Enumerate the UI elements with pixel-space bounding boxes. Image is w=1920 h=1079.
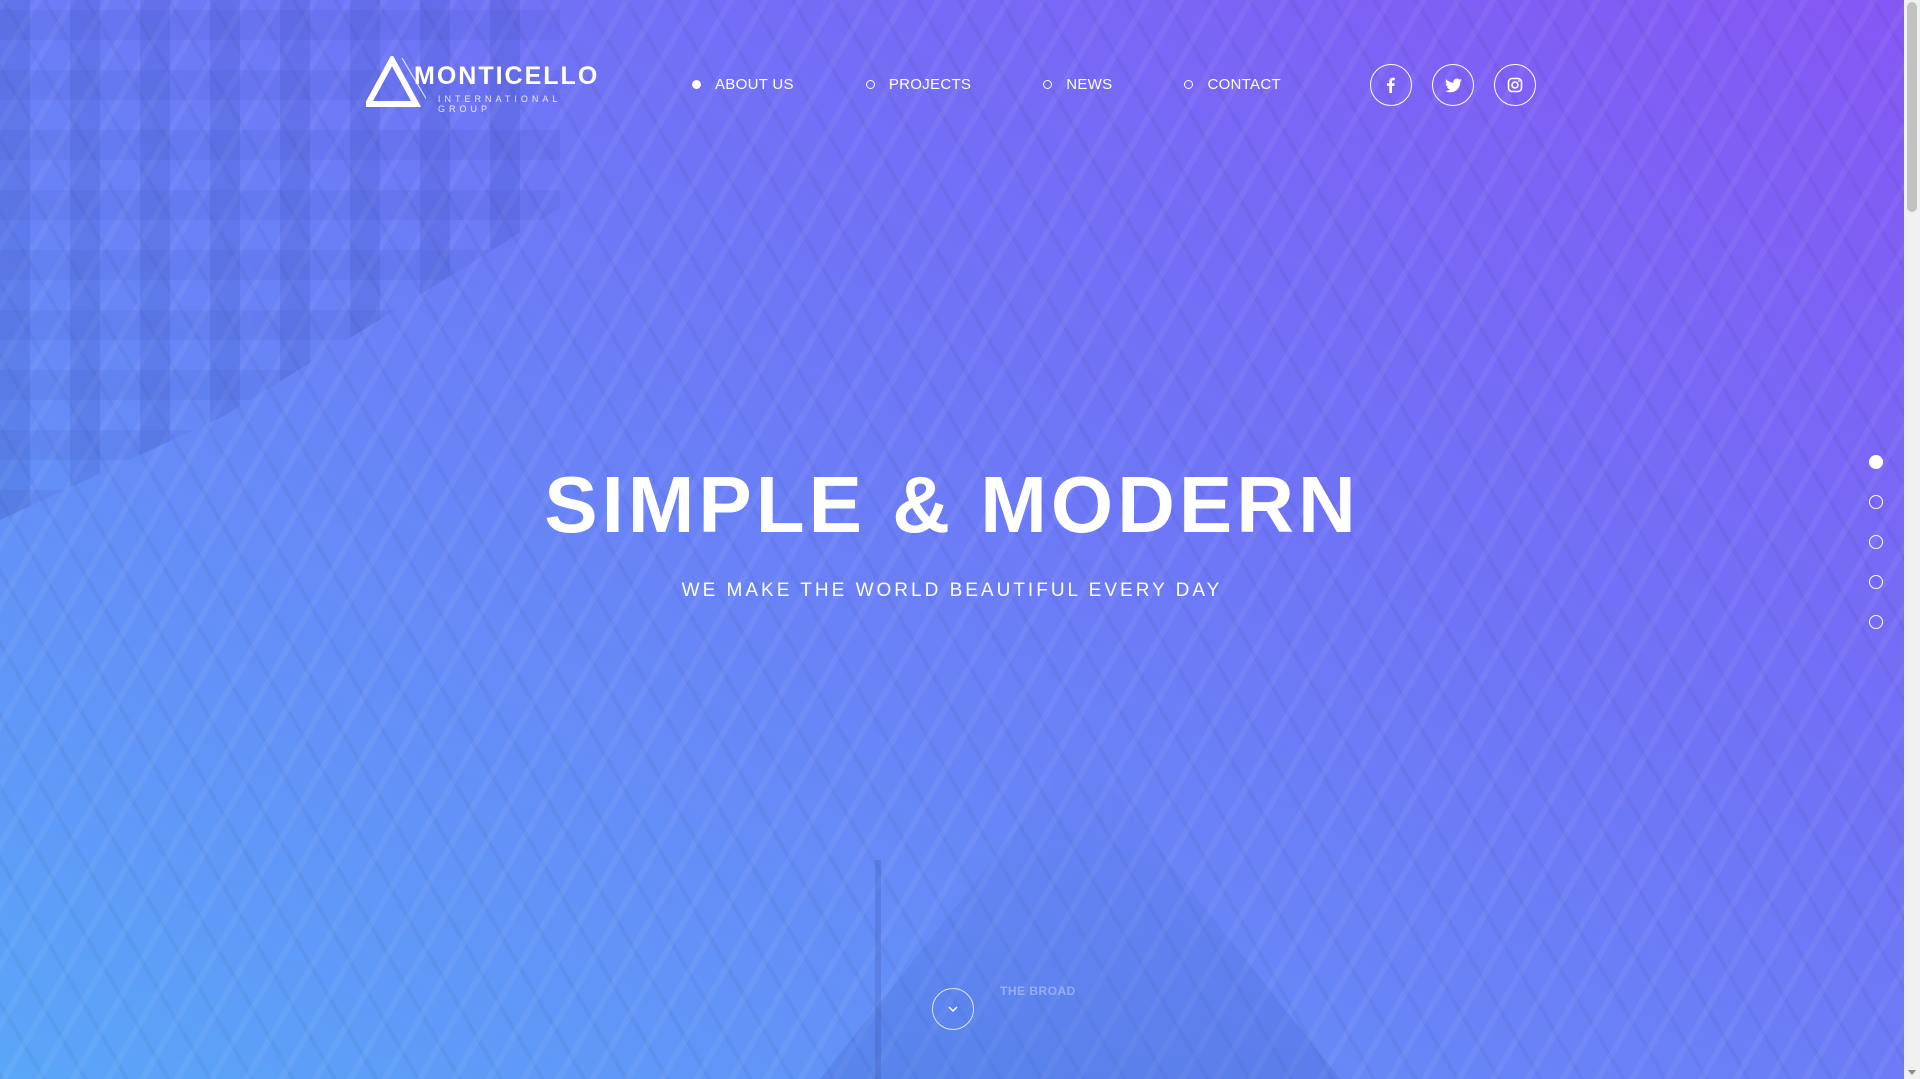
social-links (1370, 64, 1536, 106)
nav-item-about-us[interactable]: ABOUT US (692, 76, 794, 93)
page-scrollbar[interactable] (1904, 0, 1920, 1079)
nav-item-projects[interactable]: PROJECTS (865, 76, 972, 93)
scrollbar-thumb[interactable] (1907, 2, 1917, 212)
nav-item-contact[interactable]: CONTACT (1184, 76, 1281, 93)
nav-item-label: PROJECTS (888, 76, 972, 93)
facebook-button[interactable] (1370, 64, 1412, 106)
nav-item-label: NEWS (1066, 76, 1113, 93)
brand-logo[interactable]: MONTICELLO INTERNATIONAL GROUP (366, 56, 616, 114)
hero-background-sign: THE BROAD (1000, 984, 1076, 998)
facebook-icon (1387, 77, 1395, 93)
nav-item-label: CONTACT (1207, 76, 1281, 93)
pager-dot-5[interactable] (1869, 615, 1883, 629)
pager-dot-1[interactable] (1869, 455, 1883, 469)
chevron-down-icon (948, 1006, 958, 1012)
brand-name: MONTICELLO (414, 62, 600, 90)
pager-dot-3[interactable] (1869, 535, 1883, 549)
nav-item-label: ABOUT US (715, 76, 794, 93)
hero-subtitle: WE MAKE THE WORLD BEAUTIFUL EVERY DAY (681, 580, 1223, 601)
scroll-down-button[interactable] (932, 988, 974, 1030)
pager-dot-2[interactable] (1869, 495, 1883, 509)
hero-background-pole (875, 860, 881, 1079)
main-nav: ABOUT US PROJECTS NEWS CONTACT (692, 76, 1353, 93)
scrollbar-down-arrow-icon[interactable] (1908, 1070, 1916, 1075)
instagram-button[interactable] (1494, 64, 1536, 106)
nav-dot-icon (1043, 80, 1053, 89)
instagram-icon (1507, 77, 1523, 93)
brand-subtitle: INTERNATIONAL GROUP (438, 94, 562, 114)
nav-dot-icon (865, 80, 875, 89)
hero-section: THE BROAD MONTICELLO INTERNATIONAL GROUP… (0, 0, 1904, 1079)
section-pager (1869, 455, 1883, 629)
nav-dot-icon (1184, 80, 1194, 89)
twitter-icon (1444, 77, 1462, 92)
pager-dot-4[interactable] (1869, 575, 1883, 589)
twitter-button[interactable] (1432, 64, 1474, 106)
nav-item-news[interactable]: NEWS (1043, 76, 1112, 93)
nav-dot-icon (692, 80, 701, 89)
hero-title: SIMPLE & MODERN (544, 460, 1360, 549)
